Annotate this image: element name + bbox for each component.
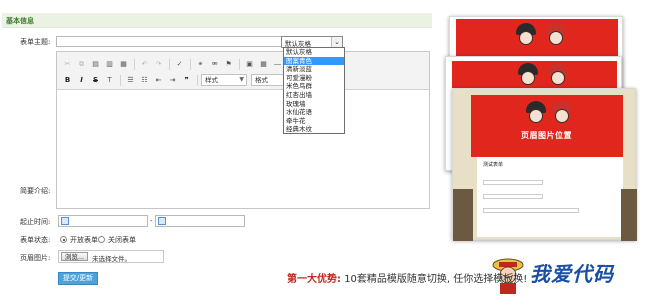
opera-face-icon xyxy=(529,109,543,123)
theme-dropdown-list: 默认灰格 图案青色 清新淡蓝 可爱漫粉 米色鸟群 红杏出墙 玫瑰墙 水仙花语 牵牛花 经典木纹 xyxy=(283,47,345,134)
no-file-text: 未选择文件。 xyxy=(92,255,131,263)
preview-form-title: 测试表单 xyxy=(483,162,504,168)
status-closed-radio[interactable] xyxy=(98,236,105,243)
preview-field xyxy=(483,180,543,185)
start-date-input[interactable] xyxy=(58,215,148,227)
image-icon[interactable]: ▣ xyxy=(243,58,256,70)
outdent-icon[interactable]: ⇤ xyxy=(152,74,165,86)
opera-face-icon xyxy=(521,71,535,85)
cut-icon[interactable]: ✂ xyxy=(61,58,74,70)
toolbar-row-1: ✂ ⧉ ▤ ▥ ▦ ↶ ↷ ✓ ⚭ ⚮ ⚑ ▣ ▦ ― Ω xyxy=(61,57,299,71)
date-separator: - xyxy=(150,217,153,225)
preview-field xyxy=(483,208,579,213)
calendar-icon[interactable] xyxy=(61,217,69,225)
toolbar-divider xyxy=(134,58,135,70)
intro-label: 简要介绍: xyxy=(20,187,51,195)
numbered-list-icon[interactable]: ☰ xyxy=(124,74,137,86)
opera-face-icon xyxy=(551,71,565,85)
paste-text-icon[interactable]: ▥ xyxy=(103,58,116,70)
bold-icon[interactable]: B xyxy=(61,74,74,86)
preview-ground xyxy=(621,189,637,241)
theme-option[interactable]: 红杏出墙 xyxy=(284,91,344,100)
section-header: 基本信息 xyxy=(2,13,432,28)
undo-icon[interactable]: ↶ xyxy=(138,58,151,70)
toolbar-row-2: B I S T ☰ ☷ ⇤ ⇥ ❞ 样式 ▼ 格式 ▼ xyxy=(61,73,301,87)
rich-text-editor[interactable]: ✂ ⧉ ▤ ▥ ▦ ↶ ↷ ✓ ⚭ ⚮ ⚑ ▣ ▦ ― Ω B I S T ☰ xyxy=(56,51,430,209)
preview-ground xyxy=(453,189,473,241)
opera-face-icon xyxy=(549,31,563,45)
watermark-text: 我爱代码 xyxy=(530,262,614,286)
preview-banner xyxy=(471,95,623,157)
preview-field xyxy=(483,194,543,199)
theme-option[interactable]: 清新淡蓝 xyxy=(284,65,344,74)
indent-icon[interactable]: ⇥ xyxy=(166,74,179,86)
preview-form: 测试表单 xyxy=(477,157,623,237)
unlink-icon[interactable]: ⚮ xyxy=(208,58,221,70)
link-icon[interactable]: ⚭ xyxy=(194,58,207,70)
slogan-text: 10套精品模版随意切换, 任你选择模板换! xyxy=(344,274,528,285)
anchor-icon[interactable]: ⚑ xyxy=(222,58,235,70)
submit-button[interactable]: 提交/更新 xyxy=(58,272,98,285)
chevron-down-icon: ▼ xyxy=(239,76,244,83)
status-closed-label: 关闭表单 xyxy=(108,236,136,244)
status-open-label: 开放表单 xyxy=(70,236,98,244)
end-date-input[interactable] xyxy=(155,215,245,227)
theme-option[interactable]: 经典木纹 xyxy=(284,125,344,134)
preview-caption: 页眉图片位置 xyxy=(521,131,572,140)
format-combo-label: 格式 xyxy=(255,76,268,84)
remove-format-icon[interactable]: T xyxy=(103,74,116,86)
spellcheck-icon[interactable]: ✓ xyxy=(173,58,186,70)
chevron-down-icon[interactable]: ⌄ xyxy=(331,37,342,47)
status-label: 表单状态: xyxy=(20,236,51,244)
table-icon[interactable]: ▦ xyxy=(257,58,270,70)
theme-option[interactable]: 水仙花语 xyxy=(284,108,344,117)
toolbar-divider xyxy=(239,58,240,70)
header-image-label: 页眉图片: xyxy=(20,254,51,262)
bulleted-list-icon[interactable]: ☷ xyxy=(138,74,151,86)
style-combo[interactable]: 样式 ▼ xyxy=(201,74,247,86)
theme-option[interactable]: 图案青色 xyxy=(284,56,344,66)
slogan: 第一大优势: 10套精品模版随意切换, 任你选择模板换! xyxy=(287,270,527,285)
paste-word-icon[interactable]: ▦ xyxy=(117,58,130,70)
blockquote-icon[interactable]: ❞ xyxy=(180,74,193,86)
theme-option[interactable]: 默认灰格 xyxy=(284,48,344,57)
style-combo-label: 样式 xyxy=(205,76,218,84)
redo-icon[interactable]: ↷ xyxy=(152,58,165,70)
theme-option[interactable]: 米色鸟群 xyxy=(284,82,344,91)
section-title: 基本信息 xyxy=(6,17,34,25)
form-title-input[interactable] xyxy=(56,36,284,47)
toolbar-divider xyxy=(197,74,198,86)
browse-button[interactable]: 浏览... xyxy=(61,252,88,261)
template-preview: 页眉图片位置 测试表单 xyxy=(440,0,667,250)
preview-card-front: 页眉图片位置 测试表单 xyxy=(452,88,637,241)
toolbar-divider xyxy=(169,58,170,70)
toolbar-divider xyxy=(190,58,191,70)
strikethrough-icon[interactable]: S xyxy=(89,74,102,86)
file-upload: 浏览... 未选择文件。 xyxy=(58,250,164,263)
editor-toolbar: ✂ ⧉ ▤ ▥ ▦ ↶ ↷ ✓ ⚭ ⚮ ⚑ ▣ ▦ ― Ω B I S T ☰ xyxy=(57,52,429,90)
toolbar-divider xyxy=(120,74,121,86)
time-label: 起止时间: xyxy=(20,218,51,226)
paste-icon[interactable]: ▤ xyxy=(89,58,102,70)
status-open-radio[interactable] xyxy=(60,236,67,243)
opera-face-icon xyxy=(519,31,533,45)
italic-icon[interactable]: I xyxy=(75,74,88,86)
theme-option[interactable]: 玫瑰墙 xyxy=(284,100,344,109)
calendar-icon[interactable] xyxy=(158,217,166,225)
form-title-label: 表单主题: xyxy=(20,38,51,46)
opera-face-icon xyxy=(555,109,569,123)
slogan-key: 第一大优势: xyxy=(287,274,341,285)
copy-icon[interactable]: ⧉ xyxy=(75,58,88,70)
